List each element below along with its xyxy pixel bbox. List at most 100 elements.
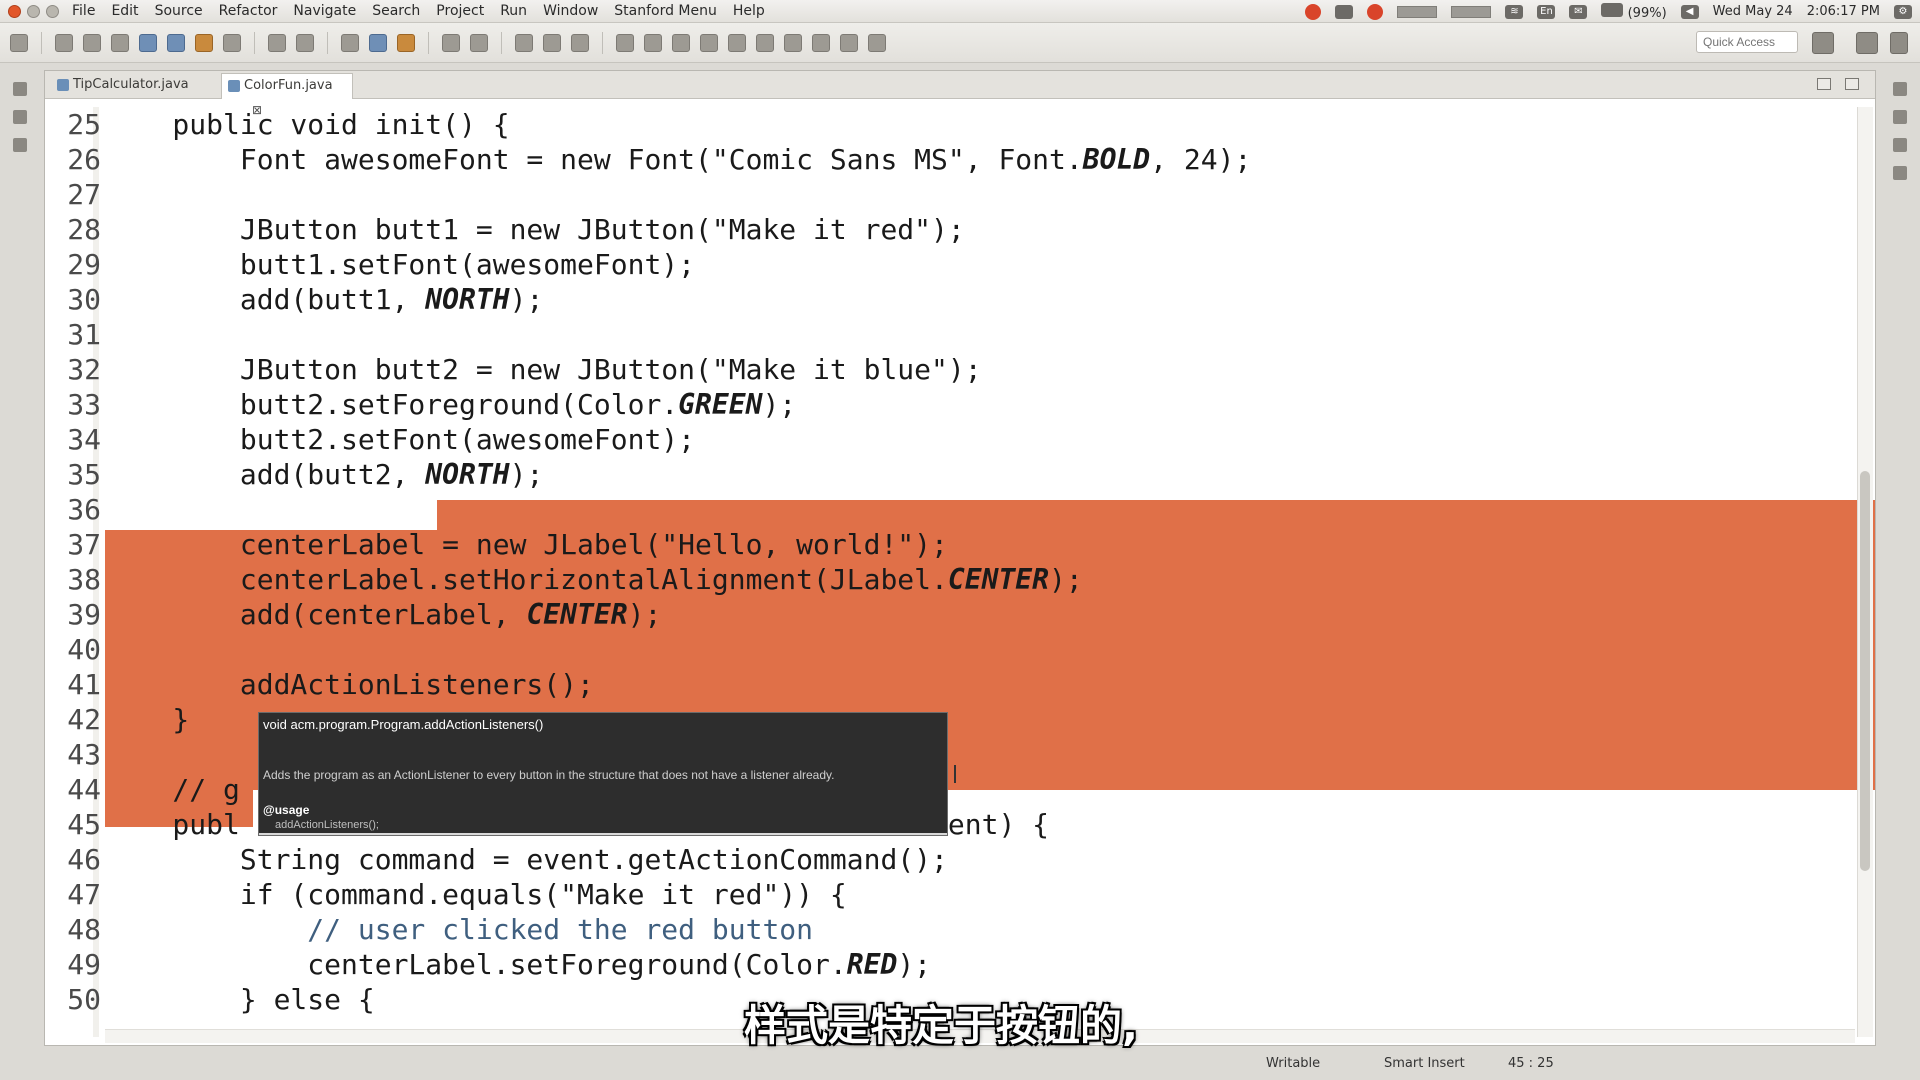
open-task-icon[interactable] — [543, 33, 561, 52]
line-number: 44 — [67, 773, 101, 806]
code-text: // user clicked the red button — [105, 913, 814, 946]
vertical-scroll-thumb[interactable] — [1860, 471, 1870, 871]
outline-icon[interactable] — [1893, 110, 1907, 124]
open-type-icon[interactable] — [515, 33, 533, 52]
previous-annotation-icon[interactable] — [784, 33, 802, 52]
tooltip-divider — [259, 833, 947, 835]
print-icon[interactable] — [111, 33, 129, 52]
settings-gear-icon[interactable]: ⚙ — [1894, 4, 1912, 19]
back-icon[interactable] — [840, 33, 858, 52]
block-selection-icon[interactable] — [700, 33, 718, 52]
save-icon[interactable] — [55, 33, 73, 52]
menu-navigate[interactable]: Navigate — [285, 0, 364, 23]
menu-search[interactable]: Search — [364, 0, 428, 23]
settings-icon[interactable] — [341, 33, 359, 52]
javadoc-hover-tooltip[interactable]: void acm.program.Program.addActionListen… — [258, 712, 948, 836]
menu-help[interactable]: Help — [725, 0, 773, 23]
menu-run[interactable]: Run — [492, 0, 535, 23]
menu-refactor[interactable]: Refactor — [211, 0, 286, 23]
external-tools-icon[interactable] — [195, 33, 213, 52]
window-controls — [0, 4, 64, 18]
settings-gear-icon[interactable] — [1893, 166, 1907, 180]
code-text: } — [105, 703, 190, 736]
clock-date[interactable]: Wed May 24 — [1713, 4, 1793, 19]
status-cursor-position: 45 : 25 — [1508, 1056, 1554, 1071]
junit-icon[interactable] — [13, 138, 27, 152]
skip-breakpoints-icon[interactable] — [223, 33, 241, 52]
open-perspective-icon[interactable] — [1812, 32, 1834, 54]
pen-icon[interactable] — [644, 33, 662, 52]
task-list-icon[interactable] — [1893, 138, 1907, 152]
debug-last-icon[interactable] — [397, 33, 415, 52]
wifi-icon[interactable]: ≋ — [1505, 4, 1524, 19]
show-whitespace-icon[interactable] — [728, 33, 746, 52]
system-menubar: File Edit Source Refactor Navigate Searc… — [0, 0, 1920, 23]
code-line: centerLabel.setHorizontalAlignment(JLabe… — [105, 562, 1083, 597]
java-perspective-icon[interactable] — [1856, 32, 1878, 54]
clock-time[interactable]: 2:06:17 PM — [1807, 4, 1880, 19]
editor-tabbar: TipCalculator.java ColorFun.java ⊠ — [45, 71, 1875, 117]
new-package-icon[interactable] — [442, 33, 460, 52]
minimize-editor-icon[interactable] — [1817, 78, 1831, 90]
code-line: centerLabel.setForeground(Color.RED); — [105, 947, 931, 982]
minimize-window-icon[interactable] — [27, 4, 40, 18]
toolbar-separator — [327, 31, 328, 54]
pin-icon[interactable] — [616, 33, 634, 52]
stop-icon[interactable] — [1367, 3, 1384, 20]
code-line: add(centerLabel, CENTER); — [105, 597, 661, 632]
restore-view-icon[interactable] — [1893, 82, 1907, 96]
search-icon[interactable] — [571, 33, 589, 52]
keyboard-layout-icon[interactable]: En — [1537, 4, 1556, 19]
maximize-window-icon[interactable] — [46, 4, 59, 18]
quick-access-input[interactable] — [1696, 31, 1798, 53]
next-annotation-icon[interactable] — [756, 33, 774, 52]
close-window-icon[interactable] — [8, 4, 21, 18]
line-number: 43 — [67, 738, 101, 771]
forward-icon[interactable] — [868, 33, 886, 52]
coverage-icon[interactable] — [268, 33, 286, 52]
line-number: 49 — [67, 948, 101, 981]
restore-view-icon[interactable] — [13, 82, 27, 96]
menu-stanford[interactable]: Stanford Menu — [606, 0, 725, 23]
battery-indicator[interactable]: (99%) — [1601, 2, 1667, 21]
status-insert-mode[interactable]: Smart Insert — [1384, 1056, 1465, 1071]
tab-label: ColorFun.java — [244, 78, 333, 93]
code-text: butt2.setFont(awesomeFont); — [105, 423, 696, 456]
build-icon[interactable] — [296, 33, 314, 52]
toolbar-separator — [501, 31, 502, 54]
save-all-icon[interactable] — [83, 33, 101, 52]
indicator-bar-icon — [1451, 5, 1492, 18]
debug-icon[interactable] — [139, 33, 157, 52]
code-text-area[interactable]: public void init() { Font awesomeFont = … — [105, 107, 1875, 1037]
code-text: // g — [105, 773, 240, 806]
menu-project[interactable]: Project — [428, 0, 492, 23]
last-edit-icon[interactable] — [812, 33, 830, 52]
maximize-editor-icon[interactable] — [1845, 78, 1859, 90]
run-icon[interactable] — [167, 33, 185, 52]
menu-source[interactable]: Source — [147, 0, 211, 23]
code-line: if (command.equals("Make it red")) { — [105, 877, 847, 912]
battery-icon — [1601, 2, 1624, 17]
right-trim — [1880, 64, 1920, 1064]
toolbar-separator — [602, 31, 603, 54]
tab-colorfun[interactable]: ColorFun.java ⊠ — [221, 73, 353, 117]
new-class-icon[interactable] — [470, 33, 488, 52]
line-number: 35 — [67, 458, 101, 491]
run-last-icon[interactable] — [369, 33, 387, 52]
toggle-mark-icon[interactable] — [672, 33, 690, 52]
menu-file[interactable]: File — [64, 0, 103, 23]
tooltip-description: Adds the program as an ActionListener to… — [263, 768, 835, 782]
code-constant: NORTH — [425, 283, 510, 316]
tab-tipcalculator[interactable]: TipCalculator.java — [51, 73, 219, 99]
new-file-icon[interactable] — [10, 33, 28, 52]
app-indicator-icon[interactable] — [1335, 4, 1354, 19]
package-explorer-icon[interactable] — [13, 110, 27, 124]
menu-window[interactable]: Window — [535, 0, 606, 23]
debug-perspective-icon[interactable] — [1890, 32, 1908, 54]
volume-icon[interactable]: ◀ — [1680, 4, 1699, 19]
menu-edit[interactable]: Edit — [103, 0, 146, 23]
mail-icon[interactable]: ✉ — [1569, 4, 1588, 19]
line-number: 27 — [67, 178, 101, 211]
record-icon[interactable] — [1305, 3, 1322, 20]
toolbar-separator — [41, 31, 42, 54]
